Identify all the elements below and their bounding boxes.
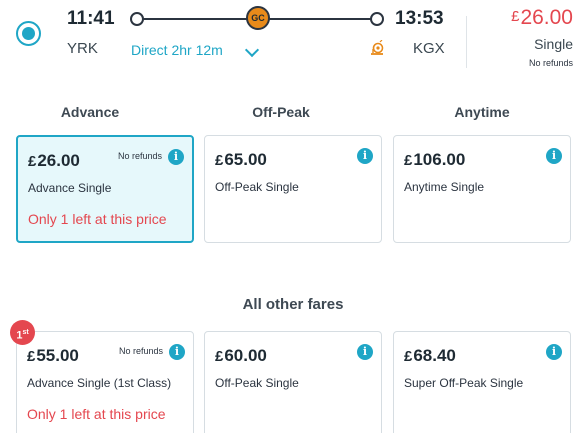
fare-amount: 106.00 bbox=[413, 150, 466, 169]
fare-currency: £ bbox=[215, 152, 224, 169]
eco-snail-icon bbox=[371, 40, 384, 55]
fare-currency: £ bbox=[28, 153, 37, 170]
fare-price: £65.00 bbox=[215, 150, 267, 170]
fare-card-super-off-peak-single[interactable]: £68.40 i Super Off-Peak Single bbox=[393, 331, 571, 433]
scarcity-warning: Only 1 left at this price bbox=[28, 211, 167, 227]
fare-card-off-peak-single-other[interactable]: £60.00 i Off-Peak Single bbox=[204, 331, 382, 433]
operator-logo-icon: GC bbox=[246, 6, 270, 30]
journey-radio-selected[interactable] bbox=[16, 21, 41, 46]
fare-card-advance-first-class[interactable]: £55.00 No refunds i Advance Single (1st … bbox=[16, 331, 194, 433]
info-icon[interactable]: i bbox=[546, 344, 562, 360]
journey-details-toggle[interactable]: Direct 2hr 12m bbox=[131, 42, 223, 58]
scarcity-warning: Only 1 left at this price bbox=[27, 406, 166, 422]
fare-name: Advance Single bbox=[28, 181, 112, 195]
info-icon[interactable]: i bbox=[168, 149, 184, 165]
fare-price: £26.00 bbox=[28, 151, 80, 171]
fare-price: £55.00 bbox=[27, 346, 79, 366]
header-divider bbox=[466, 16, 467, 68]
column-heading-off-peak: Off-Peak bbox=[252, 104, 310, 120]
fare-refund-note: No refunds bbox=[118, 346, 163, 356]
fare-name: Super Off-Peak Single bbox=[404, 376, 524, 390]
fare-price: £106.00 bbox=[404, 150, 465, 170]
journey-summary[interactable]: 11:41 YRK GC 13:53 KGX Direct 2hr 12m £2… bbox=[0, 0, 586, 86]
info-icon[interactable]: i bbox=[169, 344, 185, 360]
arrival-time: 13:53 bbox=[395, 8, 444, 29]
fare-card-off-peak-single[interactable]: £65.00 i Off-Peak Single bbox=[204, 135, 382, 243]
fare-price: £60.00 bbox=[215, 346, 267, 366]
start-node-icon bbox=[130, 12, 144, 26]
fare-name: Off-Peak Single bbox=[215, 180, 299, 194]
chevron-down-icon[interactable] bbox=[244, 42, 260, 58]
column-heading-advance: Advance bbox=[60, 104, 120, 120]
info-icon[interactable]: i bbox=[357, 344, 373, 360]
fare-amount: 26.00 bbox=[37, 151, 80, 170]
price-amount: 26.00 bbox=[520, 6, 573, 29]
cheapest-price: £26.00 bbox=[511, 6, 573, 30]
fare-amount: 68.40 bbox=[413, 346, 456, 365]
departure-time: 11:41 bbox=[67, 8, 115, 29]
section-heading-other-fares: All other fares bbox=[242, 296, 344, 313]
ticket-type: Single bbox=[534, 36, 573, 52]
fare-name: Off-Peak Single bbox=[215, 376, 299, 390]
column-heading-anytime: Anytime bbox=[454, 104, 510, 120]
refund-note: No refunds bbox=[528, 58, 573, 68]
fare-amount: 55.00 bbox=[36, 346, 79, 365]
fare-price: £68.40 bbox=[404, 346, 456, 366]
fare-currency: £ bbox=[215, 348, 224, 365]
fare-name: Anytime Single bbox=[404, 180, 485, 194]
fare-name: Advance Single (1st Class) bbox=[27, 376, 172, 390]
fare-card-advance-single[interactable]: £26.00 No refunds i Advance Single Only … bbox=[16, 135, 194, 243]
fare-currency: £ bbox=[404, 348, 413, 365]
fare-currency: £ bbox=[404, 152, 413, 169]
origin-station: YRK bbox=[67, 40, 98, 57]
fare-amount: 65.00 bbox=[224, 150, 267, 169]
badge-suffix: st bbox=[22, 329, 29, 336]
first-class-badge: 1st bbox=[10, 320, 35, 345]
fare-currency: £ bbox=[27, 348, 36, 365]
fare-amount: 60.00 bbox=[224, 346, 267, 365]
price-currency: £ bbox=[511, 8, 520, 25]
fare-card-anytime-single[interactable]: £106.00 i Anytime Single bbox=[393, 135, 571, 243]
fare-refund-note: No refunds bbox=[117, 151, 162, 161]
destination-station: KGX bbox=[413, 40, 445, 57]
info-icon[interactable]: i bbox=[546, 148, 562, 164]
info-icon[interactable]: i bbox=[357, 148, 373, 164]
end-node-icon bbox=[370, 12, 384, 26]
